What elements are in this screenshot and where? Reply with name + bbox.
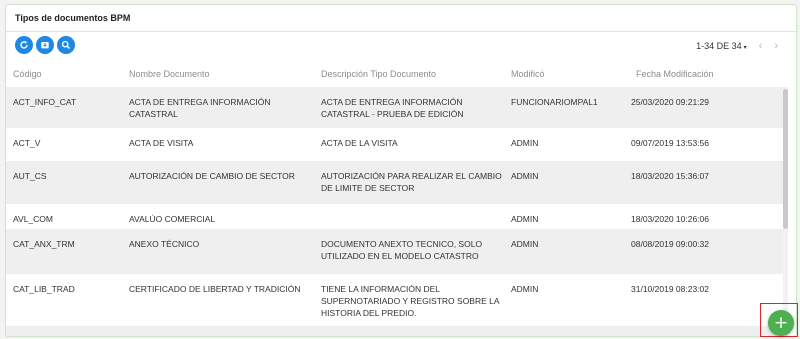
cell-codigo: AVL_COM bbox=[13, 214, 53, 224]
cell-fecha: 31/10/2019 08:23:02 bbox=[631, 284, 709, 294]
cell-nombre: CERTIFICADO DE LIBERTAD Y TRADICIÓN bbox=[129, 284, 301, 294]
column-header-modifico[interactable]: Modificó bbox=[511, 68, 627, 80]
table-row[interactable]: AVL_COM AVALÚO COMERCIAL ADMIN 18/03/2020 1… bbox=[6, 204, 788, 229]
cell-fecha: 09/07/2019 13:53:56 bbox=[631, 138, 709, 148]
cell-nombre: ACTA DE ENTREGA INFORMACIÓN CATASTRAL bbox=[129, 97, 271, 119]
cell-descripcion bbox=[321, 204, 511, 213]
scrollbar-thumb[interactable] bbox=[783, 89, 788, 229]
cell-modifico: ADMIN bbox=[511, 138, 539, 148]
page-range-select[interactable]: 1-34 DE 34 ▾ bbox=[696, 41, 747, 51]
next-page-button[interactable]: › bbox=[774, 40, 778, 52]
table-row[interactable]: ACT_INFO_CAT ACTA DE ENTREGA INFORMACIÓN … bbox=[6, 87, 788, 128]
cell-fecha: 03/12/2019 08:47:35 bbox=[627, 326, 777, 336]
column-header-descripcion[interactable]: Descripción Tipo Documento bbox=[321, 68, 511, 80]
cell-modifico: ADMIN bbox=[511, 284, 539, 294]
add-button[interactable]: + bbox=[768, 310, 794, 336]
pagination: 1-34 DE 34 ▾ ‹ › bbox=[696, 40, 778, 52]
cell-codigo: AUT_CS bbox=[13, 171, 47, 181]
search-icon bbox=[61, 40, 71, 50]
table-body: ACT_INFO_CAT ACTA DE ENTREGA INFORMACIÓN … bbox=[6, 87, 788, 336]
table-row[interactable]: CAT_ANX_TRM ANEXO TÉCNICO DOCUMENTO ANEXTO… bbox=[6, 229, 788, 274]
search-button[interactable] bbox=[57, 36, 75, 54]
cell-nombre: AVALÚO COMERCIAL bbox=[129, 214, 216, 224]
refresh-button[interactable] bbox=[15, 36, 33, 54]
cell-modifico: ADMIN bbox=[511, 214, 539, 224]
cell-modifico: FUNCIONARIOMPAL1 bbox=[511, 97, 598, 107]
cell-descripcion: DOCUMENTO ANEXTO TECNICO, SOLO UTILIZADO… bbox=[321, 239, 483, 261]
documents-table: Código Nombre Documento Descripción Tipo… bbox=[6, 61, 788, 336]
cell-descripcion bbox=[321, 326, 511, 335]
cell-modifico: ADMIN bbox=[511, 239, 539, 249]
cell-modifico: FUNCIONARIOMPAL1 bbox=[511, 326, 627, 336]
table-row[interactable]: AUT_CS AUTORIZACIÓN DE CAMBIO DE SECTOR AU… bbox=[6, 161, 788, 204]
column-header-codigo[interactable]: Código bbox=[6, 68, 129, 80]
cell-codigo: CAT_ANX_TRM bbox=[13, 239, 75, 249]
cell-descripcion: AUTORIZACIÓN PARA REALIZAR EL CAMBIO DE … bbox=[321, 171, 502, 193]
cell-codigo: CAT_LIB_TRAD bbox=[13, 284, 75, 294]
panel-title: Tipos de documentos BPM bbox=[6, 5, 796, 32]
cell-descripcion: ACTA DE LA VISITA bbox=[321, 138, 398, 148]
cell-codigo: CERT_PLAN bbox=[6, 326, 129, 336]
cell-descripcion: TIENE LA INFORMACIÓN DEL SUPERNOTARIADO … bbox=[321, 284, 500, 318]
cell-nombre: ANEXO TÉCNICO bbox=[129, 239, 200, 249]
cell-nombre: ACTA DE VISITA bbox=[129, 138, 194, 148]
cell-fecha: 18/03/2020 15:36:07 bbox=[631, 171, 709, 181]
documents-panel: Tipos de documentos BPM 1-34 DE 34▾ ‹ › bbox=[5, 4, 797, 337]
cell-descripcion: ACTA DE ENTREGA INFORMACIÓN CATASTRAL - … bbox=[321, 97, 464, 119]
prev-page-button[interactable]: ‹ bbox=[759, 40, 763, 52]
column-header-fecha[interactable]: Fecha Modificación bbox=[627, 68, 777, 80]
cell-fecha: 18/03/2020 10:26:06 bbox=[631, 214, 709, 224]
toolbar bbox=[15, 36, 75, 54]
column-header-nombre[interactable]: Nombre Documento bbox=[129, 68, 321, 80]
cell-codigo: ACT_INFO_CAT bbox=[13, 97, 77, 107]
cell-codigo: ACT_V bbox=[13, 138, 41, 148]
chevron-down-icon: ▾ bbox=[743, 45, 747, 51]
plus-icon: + bbox=[773, 312, 789, 333]
cell-nombre: CERTIFICADO DE PLANEACIÓN bbox=[129, 326, 321, 336]
cell-modifico: ADMIN bbox=[511, 171, 539, 181]
table-row[interactable]: CAT_LIB_TRAD CERTIFICADO DE LIBERTAD Y TR… bbox=[6, 274, 788, 326]
table-header: Código Nombre Documento Descripción Tipo… bbox=[6, 61, 788, 87]
inbox-download-icon bbox=[41, 42, 49, 49]
scrollbar[interactable] bbox=[783, 89, 788, 335]
cell-fecha: 08/08/2019 09:00:32 bbox=[631, 239, 709, 249]
table-row[interactable]: ACT_V ACTA DE VISITA ACTA DE LA VISITA ADMI… bbox=[6, 128, 788, 161]
table-row[interactable]: CERT_PLANCERTIFICADO DE PLANEACIÓN FUNCIO… bbox=[6, 326, 788, 336]
cell-nombre: AUTORIZACIÓN DE CAMBIO DE SECTOR bbox=[129, 171, 295, 181]
page-range-label: 1-34 DE 34 bbox=[696, 41, 742, 51]
inbox-download-button[interactable] bbox=[36, 36, 54, 54]
refresh-icon bbox=[20, 41, 28, 49]
cell-fecha: 25/03/2020 09:21:29 bbox=[631, 97, 709, 107]
